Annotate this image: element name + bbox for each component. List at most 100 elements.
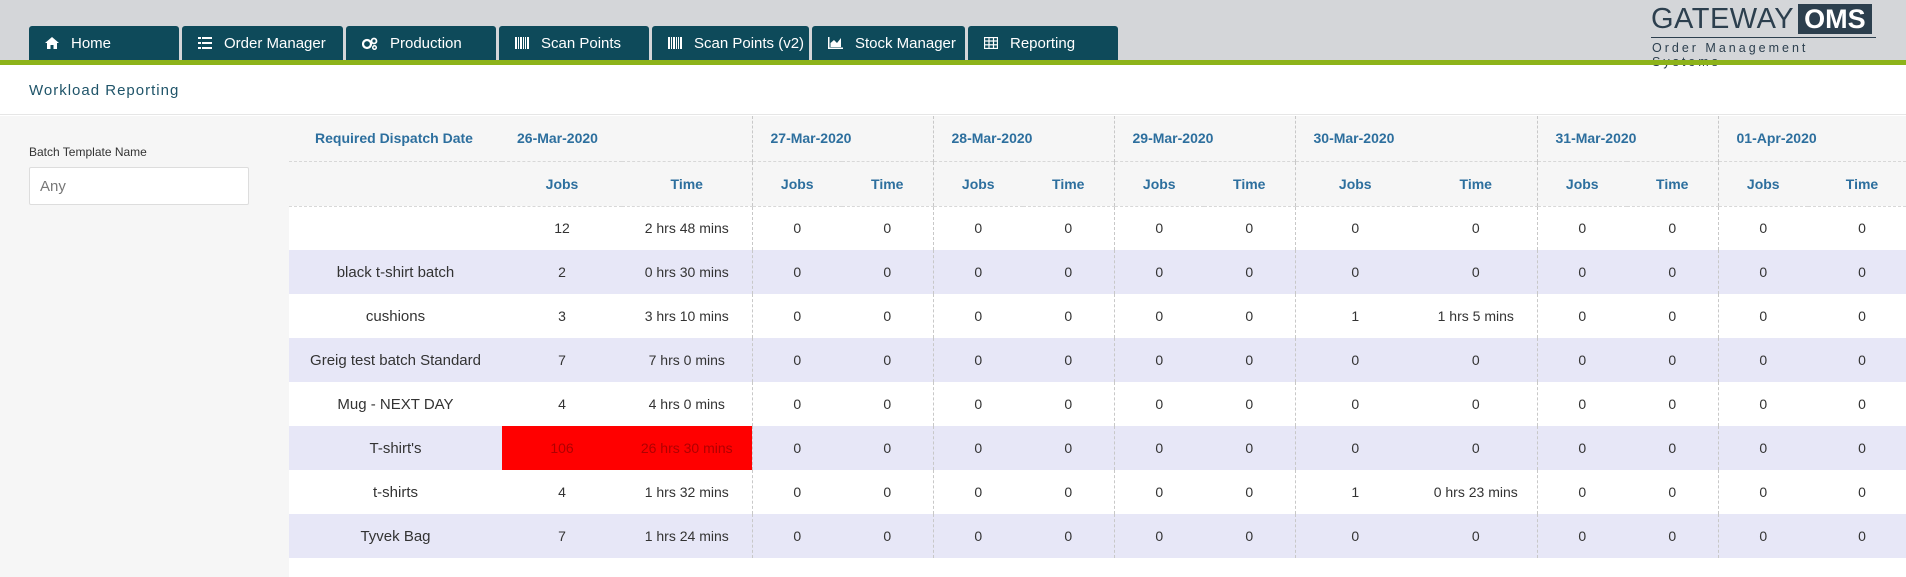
date-header: 28-Mar-2020 bbox=[932, 116, 1114, 161]
time-cell: 0 bbox=[1858, 308, 1866, 324]
time-header: Time bbox=[1627, 160, 1718, 207]
jobs-header: Jobs bbox=[1536, 160, 1627, 207]
jobs-cell: 0 bbox=[932, 426, 1023, 470]
time-cell: 0 bbox=[883, 484, 892, 500]
date-header: 01-Apr-2020 bbox=[1717, 116, 1906, 161]
time-cell: 0 bbox=[1415, 514, 1537, 558]
jobs-cell: 7 bbox=[502, 338, 622, 382]
jobs-cell: 0 bbox=[932, 338, 1023, 382]
time-cell: 0 bbox=[1808, 514, 1906, 558]
time-cell: 0 bbox=[842, 250, 933, 294]
jobs-cell: 0 bbox=[1113, 294, 1204, 338]
table-row: cushions 3 3 hrs 10 mins 0 0 0 0 0 0 1 1 hrs 5 min… bbox=[289, 294, 1906, 338]
date-header-row: Required Dispatch Date 26-Mar-2020 27-Mar… bbox=[289, 116, 1906, 161]
gateway-oms-logo[interactable]: GATEWAY OMS Order Management Systems bbox=[1651, 4, 1876, 69]
tab-stock-manager[interactable]: Stock Manager bbox=[812, 26, 965, 60]
table-icon bbox=[984, 37, 998, 49]
time-cell: 0 bbox=[883, 396, 892, 412]
time-cell: 0 bbox=[1627, 426, 1718, 470]
jobs-cell: 0 bbox=[1717, 338, 1808, 382]
jobs-cell: 0 bbox=[932, 470, 1023, 514]
batch-name-cell: t-shirts bbox=[373, 483, 418, 501]
jobs-cell: 0 bbox=[1113, 338, 1204, 382]
jobs-cell: 0 bbox=[1294, 206, 1415, 250]
time-cell: 0 bbox=[1668, 484, 1677, 500]
time-cell: 0 hrs 23 mins bbox=[1433, 484, 1518, 500]
jobs-cell: 0 bbox=[1717, 382, 1808, 426]
barcode-icon bbox=[515, 37, 529, 49]
jobs-cell: 0 bbox=[1113, 426, 1204, 470]
batch-template-input[interactable] bbox=[29, 167, 249, 205]
time-cell: 0 bbox=[1023, 426, 1114, 470]
tab-home[interactable]: Home bbox=[29, 26, 179, 60]
jobs-cell: 0 bbox=[1536, 470, 1627, 514]
date-header: 27-Mar-2020 bbox=[751, 116, 933, 161]
jobs-cell: 106 bbox=[502, 426, 622, 470]
jobs-cell: 1 bbox=[1294, 294, 1415, 338]
jobs-cell: 0 bbox=[1294, 382, 1415, 426]
jobs-cell: 0 bbox=[1536, 514, 1627, 558]
time-cell: 0 bbox=[1023, 338, 1114, 382]
jobs-cell: 0 bbox=[932, 514, 1023, 558]
time-cell: 0 bbox=[883, 308, 892, 324]
jobs-cell: 0 bbox=[1536, 250, 1627, 294]
time-cell: 0 bbox=[842, 514, 933, 558]
batch-name-cell: cushions bbox=[365, 307, 426, 325]
jobs-header: Jobs bbox=[751, 160, 842, 207]
tab-reporting[interactable]: Reporting bbox=[968, 26, 1118, 60]
jobs-cell: 0 bbox=[751, 470, 842, 514]
tab-production[interactable]: Production bbox=[346, 26, 496, 60]
tab-scan-points-v2[interactable]: Scan Points (v2) bbox=[652, 26, 809, 60]
jobs-cell: 0 bbox=[932, 294, 1023, 338]
time-cell: 0 bbox=[1204, 338, 1295, 382]
time-cell: 1 hrs 5 mins bbox=[1437, 308, 1514, 324]
jobs-cell: 0 bbox=[1294, 426, 1415, 470]
required-dispatch-date-header: Required Dispatch Date bbox=[289, 116, 502, 161]
time-cell: 0 bbox=[1245, 220, 1254, 237]
time-cell: 0 bbox=[1245, 308, 1254, 324]
time-header: Time bbox=[842, 160, 933, 207]
sub-header-row: Jobs Time Jobs Time Jobs Time Jobs Time Jobs Time… bbox=[289, 160, 1906, 207]
chart-icon bbox=[828, 37, 843, 49]
table-row: black t-shirt batch 2 0 hrs 30 mins 0 0 0 0 0 0 0… bbox=[289, 250, 1906, 294]
jobs-cell: 0 bbox=[1536, 206, 1627, 250]
main-nav: Home Order Manager Production Scan Point… bbox=[29, 26, 1121, 60]
tab-label: Stock Manager bbox=[855, 34, 956, 52]
table-row: Tyvek Bag 7 1 hrs 24 mins 0 0 0 0 0 0 0 0 0 0 0 0 bbox=[289, 514, 1906, 558]
time-cell: 0 hrs 30 mins bbox=[622, 250, 752, 294]
table-row: T-shirt's 106 26 hrs 30 mins 0 0 0 0 0 0 0 0 0 0 0 0 bbox=[289, 426, 1906, 470]
time-cell: 0 bbox=[1204, 426, 1295, 470]
jobs-cell: 0 bbox=[932, 382, 1023, 426]
jobs-cell: 0 bbox=[751, 514, 842, 558]
jobs-cell: 4 bbox=[558, 484, 566, 500]
time-cell: 0 bbox=[1668, 396, 1677, 412]
tab-order-manager[interactable]: Order Manager bbox=[182, 26, 343, 60]
page-header: Workload Reporting bbox=[0, 65, 1906, 115]
batch-name-cell bbox=[289, 206, 502, 250]
time-cell: 0 bbox=[1627, 338, 1718, 382]
table-row: Greig test batch Standard 7 7 hrs 0 mins 0 0… bbox=[289, 338, 1906, 382]
jobs-header: Jobs bbox=[1113, 160, 1204, 207]
tab-scan-points[interactable]: Scan Points bbox=[499, 26, 649, 60]
jobs-cell: 0 bbox=[1113, 206, 1204, 250]
time-cell: 7 hrs 0 mins bbox=[622, 338, 752, 382]
time-cell: 0 bbox=[1415, 250, 1537, 294]
time-cell: 0 bbox=[1415, 426, 1537, 470]
time-cell: 0 bbox=[1064, 396, 1073, 412]
time-cell: 0 bbox=[1204, 514, 1295, 558]
time-cell: 0 bbox=[1064, 220, 1073, 237]
time-cell: 0 bbox=[842, 338, 933, 382]
jobs-cell: 0 bbox=[1294, 338, 1415, 382]
jobs-cell: 0 bbox=[1113, 470, 1204, 514]
time-cell: 0 bbox=[1064, 484, 1073, 500]
jobs-cell: 0 bbox=[751, 426, 842, 470]
batch-name-cell: Greig test batch Standard bbox=[289, 338, 502, 382]
time-cell: 0 bbox=[1204, 250, 1295, 294]
list-icon bbox=[198, 37, 212, 49]
batch-name-cell: black t-shirt batch bbox=[289, 250, 502, 294]
time-cell: 0 bbox=[1627, 250, 1718, 294]
time-header: Time bbox=[1204, 160, 1295, 207]
workload-table: Required Dispatch Date 26-Mar-2020 27-Mar… bbox=[289, 116, 1906, 558]
date-header: 30-Mar-2020 bbox=[1294, 116, 1537, 161]
workload-table-container: Required Dispatch Date 26-Mar-2020 27-Mar… bbox=[289, 116, 1906, 558]
